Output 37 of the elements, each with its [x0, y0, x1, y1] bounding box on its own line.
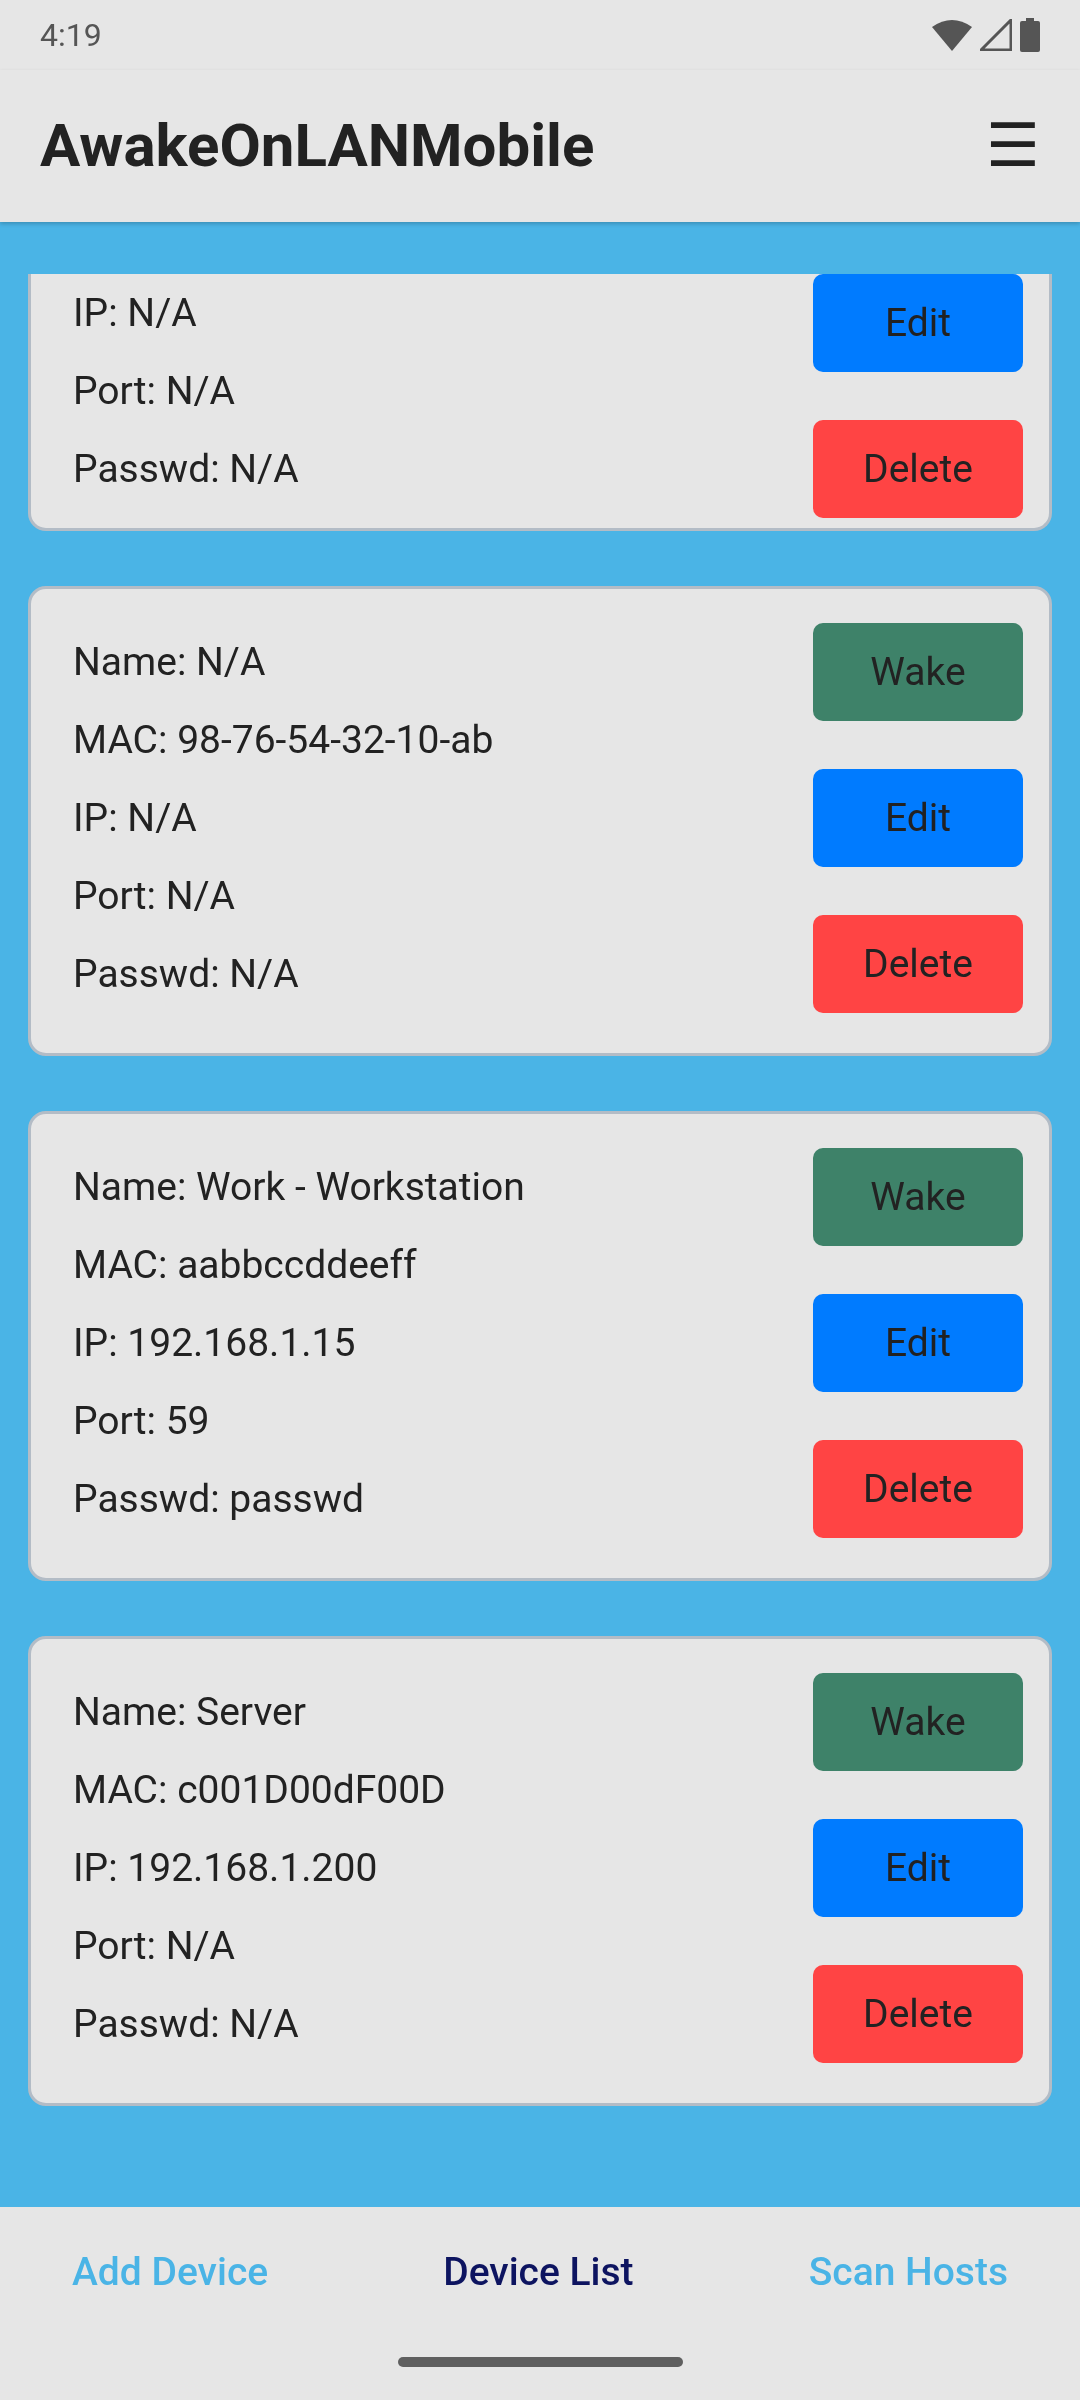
device-field: Port: N/A: [73, 352, 299, 430]
device-field: Port: N/A: [73, 857, 494, 935]
app-title: AwakeOnLANMobile: [40, 109, 595, 183]
edit-button[interactable]: Edit: [813, 769, 1023, 867]
device-field: IP: 192.168.1.200: [73, 1829, 446, 1907]
device-field: IP: N/A: [73, 274, 299, 352]
edit-button[interactable]: Edit: [813, 1819, 1023, 1917]
home-indicator[interactable]: [397, 2357, 683, 2367]
device-field: Passwd: N/A: [73, 1985, 446, 2063]
wifi-icon: [932, 19, 972, 51]
delete-button[interactable]: Delete: [813, 1965, 1023, 2063]
wake-button[interactable]: Wake: [813, 1148, 1023, 1246]
device-field: Passwd: passwd: [73, 1460, 525, 1538]
wake-button[interactable]: Wake: [813, 1673, 1023, 1771]
device-field: Passwd: N/A: [73, 935, 494, 1013]
device-field: Name: N/A: [73, 623, 494, 701]
device-field: MAC: aabbccddeeff: [73, 1226, 525, 1304]
delete-button[interactable]: Delete: [813, 915, 1023, 1013]
edit-button[interactable]: Edit: [813, 274, 1023, 372]
device-field: MAC: c001D00dF00D: [73, 1751, 446, 1829]
device-field: MAC: 98-76-54-32-10-ab: [73, 701, 494, 779]
delete-button[interactable]: Delete: [813, 420, 1023, 518]
device-field: Port: N/A: [73, 1907, 446, 1985]
wake-button[interactable]: Wake: [813, 623, 1023, 721]
signal-icon: [980, 19, 1012, 51]
menu-button[interactable]: ☰: [986, 116, 1040, 176]
device-field: IP: N/A: [73, 779, 494, 857]
battery-icon: [1020, 18, 1040, 52]
device-field: Name: Server: [73, 1673, 446, 1751]
device-field: Name: Work - Workstation: [73, 1148, 525, 1226]
status-time: 4:19: [40, 15, 102, 56]
delete-button[interactable]: Delete: [813, 1440, 1023, 1538]
device-field: IP: 192.168.1.15: [73, 1304, 525, 1382]
device-field: Passwd: N/A: [73, 430, 299, 508]
device-field: Port: 59: [73, 1382, 525, 1460]
edit-button[interactable]: Edit: [813, 1294, 1023, 1392]
nav-tab[interactable]: Device List: [443, 2242, 634, 2302]
